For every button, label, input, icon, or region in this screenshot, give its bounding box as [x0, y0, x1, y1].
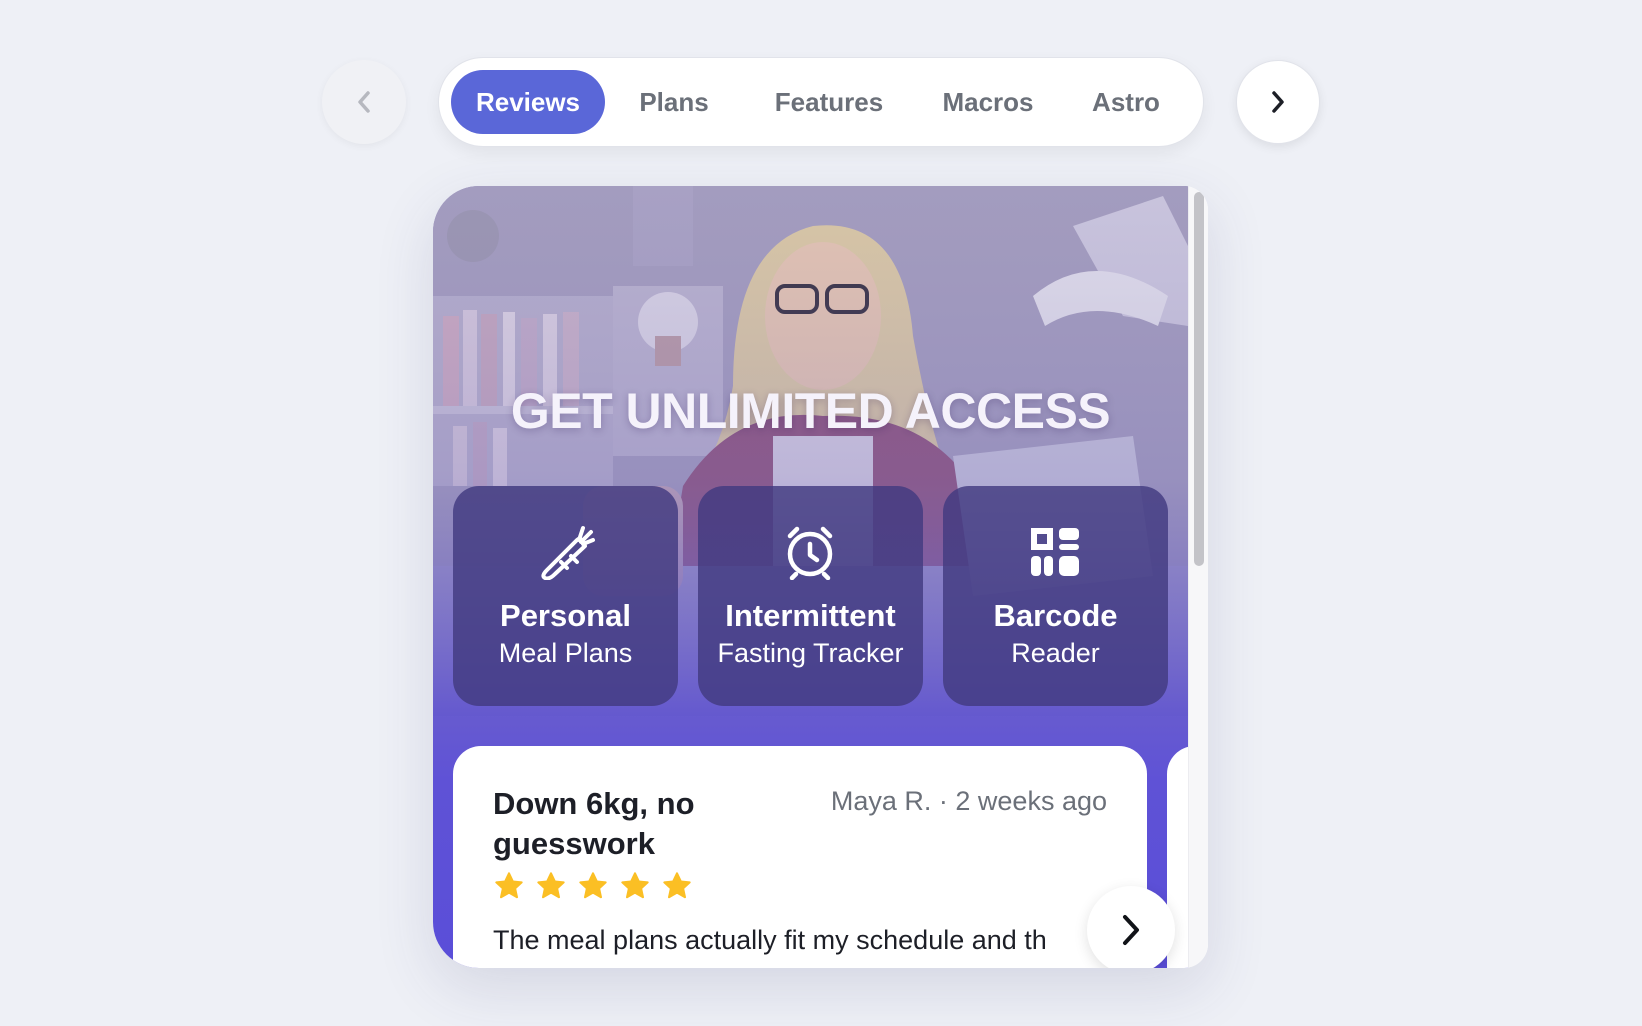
star-icon — [495, 872, 523, 899]
feature-tile-fasting-tracker: Intermittent Fasting Tracker — [698, 486, 923, 706]
feature-title: Barcode — [993, 598, 1118, 633]
prev-tab-button[interactable] — [322, 60, 406, 144]
feature-title: Intermittent — [725, 598, 896, 633]
tab-macros[interactable]: Macros — [917, 70, 1059, 134]
alarm-clock-icon — [787, 526, 833, 580]
tab-features[interactable]: Features — [749, 70, 909, 134]
tab-plans[interactable]: Plans — [613, 70, 735, 134]
next-tab-button[interactable] — [1236, 60, 1320, 144]
hero-title: GET UNLIMITED ACCESS — [510, 383, 1111, 439]
feature-tile-meal-plans: Personal Meal Plans — [453, 486, 678, 706]
review-body: The meal plans actually fit my schedule … — [493, 925, 1047, 955]
next-review-button[interactable] — [1087, 886, 1175, 968]
paywall-card: GET UNLIMITED ACCESS Personal Meal Plans — [433, 186, 1208, 968]
feature-subtitle: Fasting Tracker — [717, 638, 904, 668]
star-rating — [493, 870, 693, 902]
carrot-icon — [541, 526, 595, 580]
paywall-scroll-area[interactable]: GET UNLIMITED ACCESS Personal Meal Plans — [433, 186, 1188, 968]
star-icon — [663, 872, 691, 899]
tab-astro[interactable]: Astro — [1067, 70, 1185, 134]
scrollbar[interactable] — [1188, 186, 1208, 968]
chevron-right-icon — [1123, 915, 1139, 945]
star-icon — [579, 872, 607, 899]
tab-bar: Reviews Plans Features Macros Astro — [438, 57, 1204, 147]
review-author-meta: Maya R. · 2 weeks ago — [830, 786, 1107, 816]
star-icon — [537, 872, 565, 899]
barcode-qr-icon — [1031, 528, 1079, 576]
feature-tile-barcode-reader: Barcode Reader — [943, 486, 1168, 706]
star-icon — [621, 872, 649, 899]
chevron-left-icon — [358, 91, 370, 113]
scrollbar-thumb[interactable] — [1194, 192, 1204, 566]
review-card: Down 6kg, no guesswork Maya R. · 2 weeks… — [453, 746, 1147, 968]
review-title: Down 6kg, no guesswork — [493, 786, 695, 861]
chevron-right-icon — [1272, 91, 1284, 113]
feature-title: Personal — [500, 598, 631, 633]
feature-subtitle: Reader — [1011, 638, 1100, 668]
tab-reviews[interactable]: Reviews — [451, 70, 605, 134]
feature-subtitle: Meal Plans — [498, 638, 633, 668]
